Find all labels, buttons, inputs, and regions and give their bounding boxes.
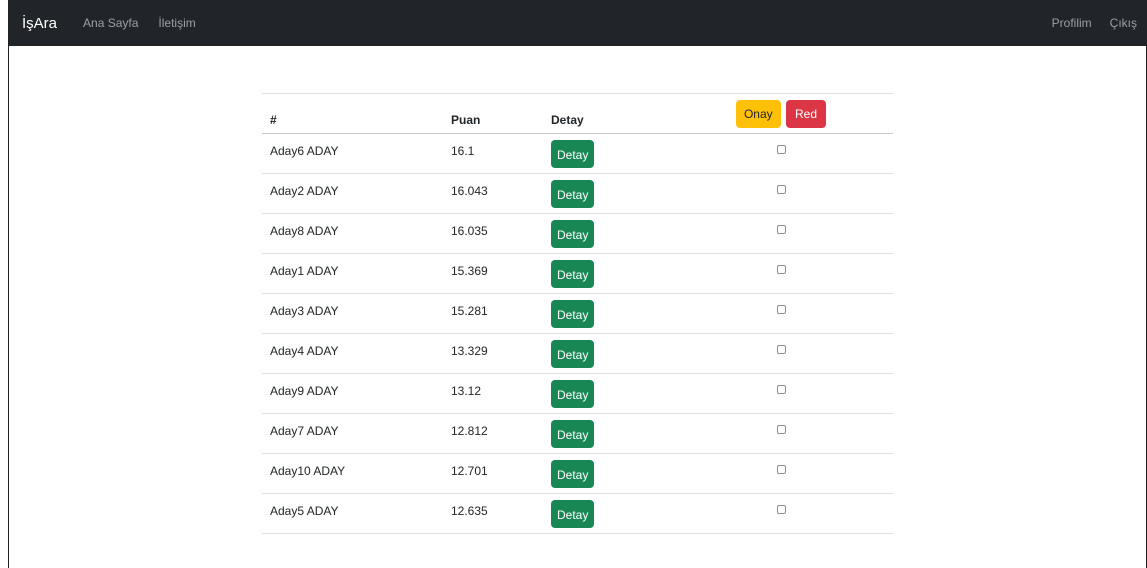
- candidate-score: 16.043: [443, 173, 543, 214]
- candidate-score: 16.1: [443, 133, 543, 174]
- candidate-name: Aday7 ADAY: [262, 413, 443, 454]
- candidate-score: 16.035: [443, 213, 543, 254]
- select-cell: [669, 413, 893, 454]
- candidate-name: Aday5 ADAY: [262, 493, 443, 534]
- table-row: Aday1 ADAY 15.369 Detay: [262, 253, 893, 294]
- table-row: Aday7 ADAY 12.812 Detay: [262, 413, 893, 454]
- candidate-score: 12.701: [443, 453, 543, 494]
- table-row: Aday8 ADAY 16.035 Detay: [262, 213, 893, 254]
- detail-cell: Detay: [543, 413, 669, 454]
- select-cell: [669, 373, 893, 414]
- detail-button[interactable]: Detay: [551, 140, 595, 168]
- candidate-score: 12.635: [443, 493, 543, 534]
- select-cell: [669, 173, 893, 214]
- checkbox-icon[interactable]: [776, 305, 786, 314]
- candidate-name: Aday9 ADAY: [262, 373, 443, 414]
- nav-link-logout[interactable]: Çıkış: [1110, 16, 1137, 30]
- candidate-name: Aday10 ADAY: [262, 453, 443, 494]
- select-cell: [669, 133, 893, 174]
- top-navbar: İşAra Ana Sayfa İletişim Profilim Çıkış: [8, 0, 1147, 46]
- nav-right-group: Profilim Çıkış: [1034, 16, 1137, 30]
- candidate-score: 15.369: [443, 253, 543, 294]
- checkbox-icon[interactable]: [776, 425, 786, 434]
- select-cell: [669, 333, 893, 374]
- checkbox-icon[interactable]: [776, 225, 786, 234]
- detail-button[interactable]: Detay: [551, 460, 595, 488]
- candidate-score: 12.812: [443, 413, 543, 454]
- header-actions: Onay Red: [669, 93, 893, 134]
- detail-cell: Detay: [543, 373, 669, 414]
- candidate-name: Aday2 ADAY: [262, 173, 443, 214]
- detail-cell: Detay: [543, 293, 669, 334]
- nav-link-profile[interactable]: Profilim: [1052, 16, 1092, 30]
- table-row: Aday2 ADAY 16.043 Detay: [262, 173, 893, 214]
- table-header-row: # Puan Detay Onay Red: [262, 93, 893, 134]
- candidate-name: Aday3 ADAY: [262, 293, 443, 334]
- checkbox-icon[interactable]: [776, 465, 786, 474]
- checkbox-icon[interactable]: [776, 385, 786, 394]
- select-cell: [669, 213, 893, 254]
- candidate-name: Aday4 ADAY: [262, 333, 443, 374]
- checkbox-icon[interactable]: [776, 265, 786, 274]
- header-number: #: [262, 93, 443, 134]
- header-score: Puan: [443, 93, 543, 134]
- table-row: Aday4 ADAY 13.329 Detay: [262, 333, 893, 374]
- detail-cell: Detay: [543, 333, 669, 374]
- detail-cell: Detay: [543, 253, 669, 294]
- candidate-name: Aday8 ADAY: [262, 213, 443, 254]
- select-cell: [669, 493, 893, 534]
- detail-cell: Detay: [543, 133, 669, 174]
- candidate-name: Aday1 ADAY: [262, 253, 443, 294]
- candidate-score: 13.329: [443, 333, 543, 374]
- checkbox-icon[interactable]: [776, 185, 786, 194]
- checkbox-icon[interactable]: [776, 345, 786, 354]
- checkbox-icon[interactable]: [776, 145, 786, 154]
- table-row: Aday9 ADAY 13.12 Detay: [262, 373, 893, 414]
- header-detail: Detay: [543, 93, 669, 134]
- approve-button[interactable]: Onay: [735, 100, 781, 128]
- select-cell: [669, 253, 893, 294]
- candidate-table: # Puan Detay Onay Red Aday6 ADAY 16.1 Deta…: [262, 93, 893, 534]
- detail-button[interactable]: Detay: [551, 220, 595, 248]
- detail-cell: Detay: [543, 173, 669, 214]
- candidate-name: Aday6 ADAY: [262, 133, 443, 174]
- reject-button[interactable]: Red: [786, 100, 827, 128]
- select-cell: [669, 453, 893, 494]
- detail-button[interactable]: Detay: [551, 340, 595, 368]
- detail-button[interactable]: Detay: [551, 180, 595, 208]
- select-cell: [669, 293, 893, 334]
- detail-cell: Detay: [543, 213, 669, 254]
- brand-logo[interactable]: İşAra: [22, 15, 57, 32]
- detail-button[interactable]: Detay: [551, 500, 595, 528]
- table-row: Aday6 ADAY 16.1 Detay: [262, 133, 893, 174]
- table-body: Aday6 ADAY 16.1 Detay Aday2 ADAY 16.043 Detay…: [262, 133, 893, 534]
- nav-link-contact[interactable]: İletişim: [158, 16, 195, 30]
- table-row: Aday10 ADAY 12.701 Detay: [262, 453, 893, 494]
- detail-button[interactable]: Detay: [551, 380, 595, 408]
- table-row: Aday3 ADAY 15.281 Detay: [262, 293, 893, 334]
- detail-button[interactable]: Detay: [551, 420, 595, 448]
- detail-button[interactable]: Detay: [551, 300, 595, 328]
- candidate-score: 13.12: [443, 373, 543, 414]
- detail-cell: Detay: [543, 493, 669, 534]
- detail-cell: Detay: [543, 453, 669, 494]
- table-row: Aday5 ADAY 12.635 Detay: [262, 493, 893, 534]
- detail-button[interactable]: Detay: [551, 260, 595, 288]
- checkbox-icon[interactable]: [776, 505, 786, 514]
- nav-link-home[interactable]: Ana Sayfa: [83, 16, 138, 30]
- candidate-score: 15.281: [443, 293, 543, 334]
